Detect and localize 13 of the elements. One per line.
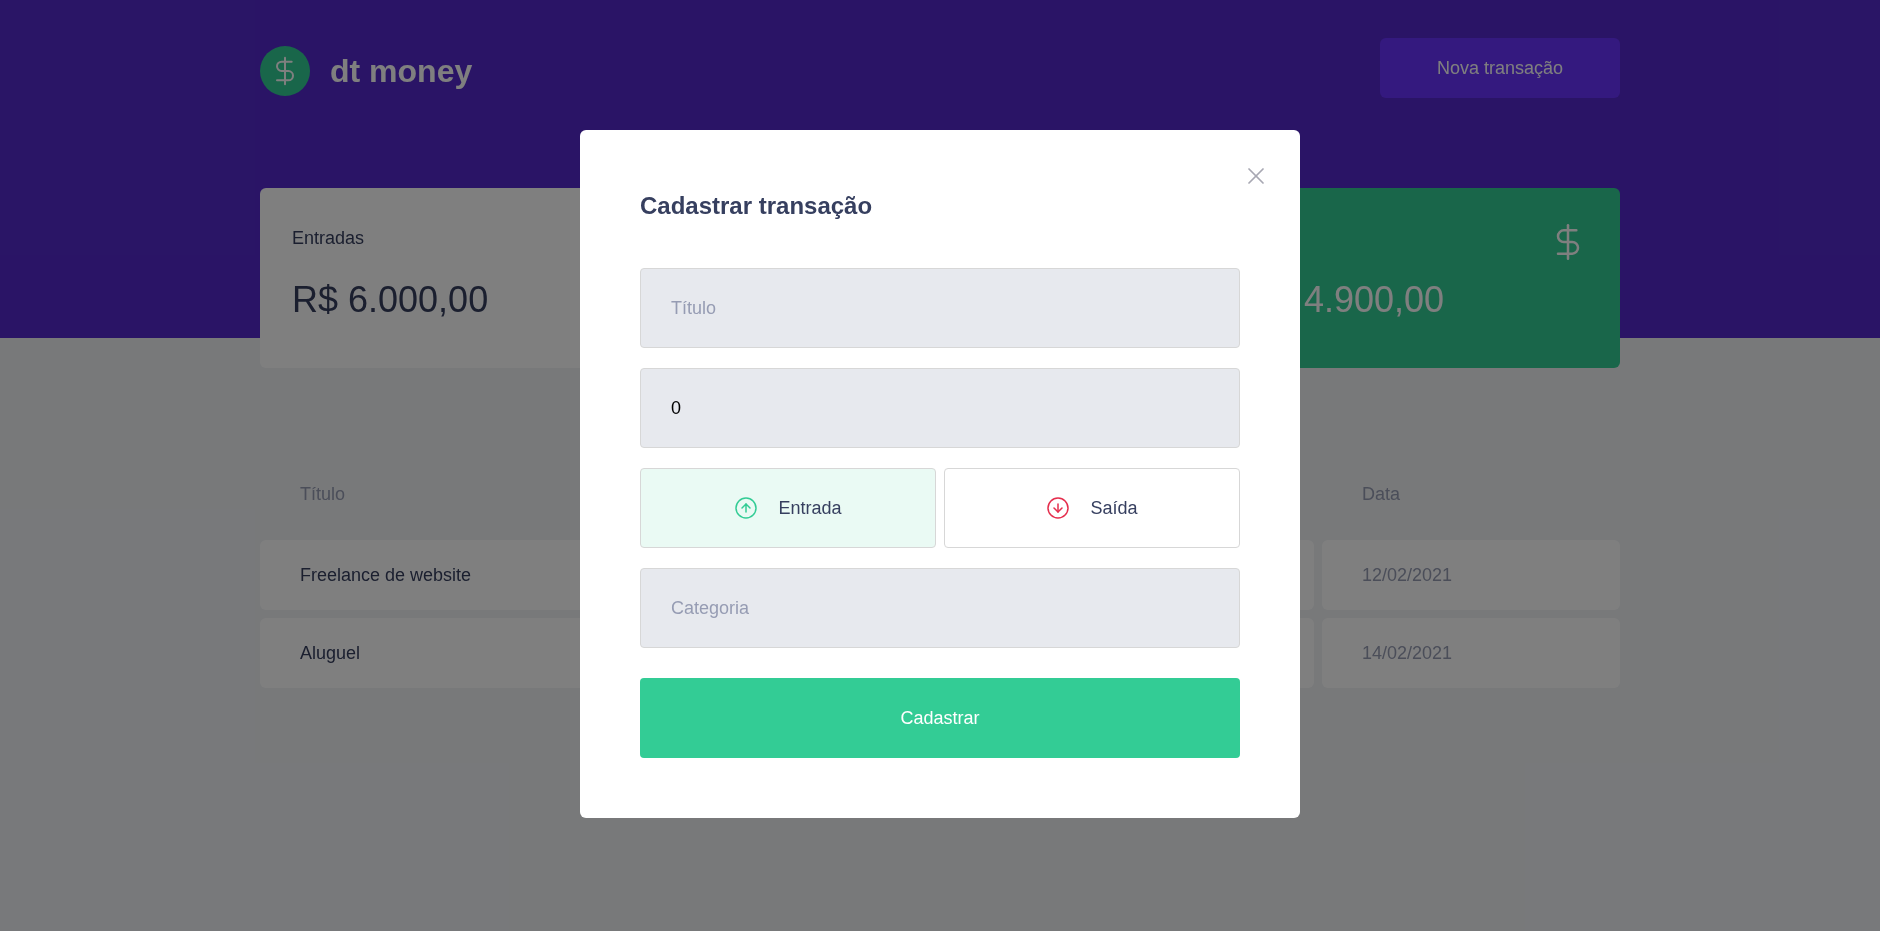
input-field[interactable]: 0: [640, 368, 1240, 448]
card-value: R$ 6.000,00: [292, 280, 489, 320]
logo-icon: [260, 46, 310, 96]
logo-text: dt money: [330, 52, 473, 91]
type-button[interactable]: Entrada: [640, 468, 936, 548]
card-title: Entradas: [292, 227, 365, 250]
modal-title: Cadastrar transação: [640, 191, 873, 221]
arrow-up-icon: [734, 496, 759, 520]
input-field[interactable]: Título: [640, 268, 1240, 348]
input-field[interactable]: Categoria: [640, 568, 1240, 648]
type-button[interactable]: Saída: [944, 468, 1240, 548]
card-value: 4.900,00: [1304, 280, 1445, 320]
arrow-down-icon: [1046, 496, 1071, 520]
